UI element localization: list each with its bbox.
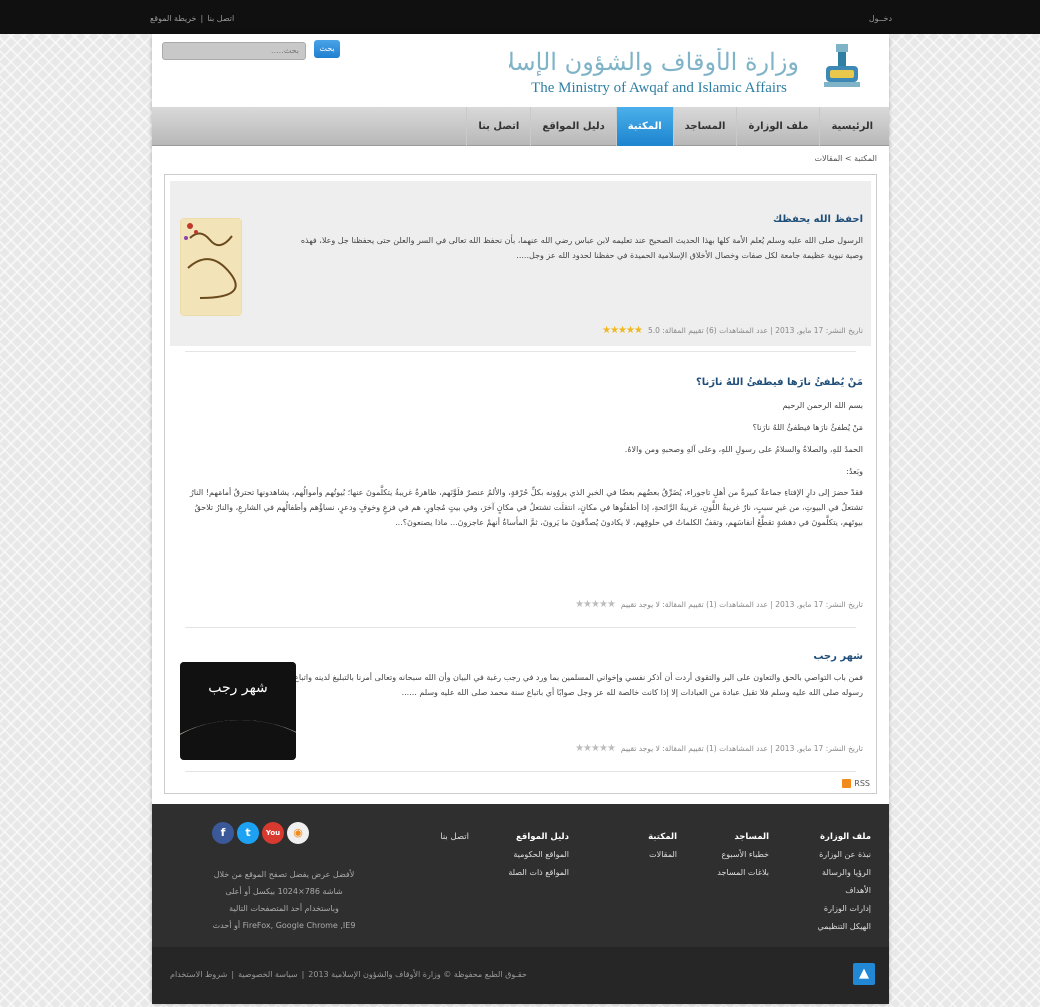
article-meta-text: تاريخ النشر: 17 مايو, 2013 | عدد المشاهد… <box>620 744 863 753</box>
rating-stars-icon: ★★★★★ <box>575 599 616 610</box>
article-paragraph: وبَعدُ: <box>846 467 863 476</box>
article-item: شهر رجب فمن باب التواصي بالحق والتعاون ع… <box>170 639 871 769</box>
nav-item-ministry[interactable]: ملف الوزارة <box>736 107 819 146</box>
article-meta: تاريخ النشر: 17 مايو, 2013 | عدد المشاهد… <box>575 743 863 754</box>
article-excerpt: فمن باب التواصي بالحق والتعاون على البر … <box>294 673 863 697</box>
top-links: اتصل بنا | خريطة الموقع <box>150 14 234 23</box>
article-paragraph: فقدْ حضرَ إلى دارِ الإفتاءِ جماعةٌ كبيرة… <box>189 488 863 527</box>
footer-link[interactable]: الأهداف <box>817 886 871 895</box>
footer-link[interactable]: الرؤيا والرسالة <box>817 868 871 877</box>
rss-social-icon[interactable]: ◉ <box>287 822 309 844</box>
crescent-moon-image-icon <box>180 662 296 760</box>
article-paragraph: بسم الله الرحمن الرحيم <box>782 401 863 410</box>
breadcrumb[interactable]: المكتبة > المقالات <box>815 154 877 163</box>
nav-item-mosques[interactable]: المساجد <box>672 107 737 146</box>
bottom-separator: | <box>231 970 235 979</box>
copyright: حقـوق الطبع محفوظة © وزارة الأوقاف والشؤ… <box>170 970 527 979</box>
page-container: وزارة الأوقاف والشؤون الإسلامية The Mini… <box>152 34 889 1004</box>
article-meta-text: تاريخ النشر: 17 مايو, 2013 | عدد المشاهد… <box>647 326 863 335</box>
rating-stars-icon: ★★★★★ <box>602 325 643 336</box>
article-divider <box>185 771 856 772</box>
search-button[interactable]: بحث <box>314 40 340 58</box>
rating-stars-icon: ★★★★★ <box>575 743 616 754</box>
bottom-bar: ▲ حقـوق الطبع محفوظة © وزارة الأوقاف وال… <box>152 947 889 1004</box>
youtube-icon[interactable]: You <box>262 822 284 844</box>
article-title[interactable]: مَنْ يُطفئُ نارَها فيطفئُ اللهُ نارَنا؟ <box>696 377 863 388</box>
thumbnail-caption: شهر رجب <box>208 680 268 696</box>
footer-link[interactable]: الهيكل التنظيمي <box>817 922 871 931</box>
footer: ملف الوزارة نبذة عن الوزارة الرؤيا والرس… <box>152 804 889 947</box>
terms-link[interactable]: شروط الاستخدام <box>170 970 227 979</box>
footer-column-title[interactable]: المساجد <box>717 832 769 842</box>
twitter-icon[interactable]: t <box>237 822 259 844</box>
article-meta: تاريخ النشر: 17 مايو, 2013 | عدد المشاهد… <box>602 325 863 336</box>
article-excerpt: الرسول صلى الله عليه وسلم يُعلم الأمة كل… <box>300 236 863 260</box>
footer-link[interactable]: المقالات <box>648 850 677 859</box>
article-title[interactable]: شهر رجب <box>813 651 863 662</box>
footer-link[interactable]: إدارات الوزارة <box>817 904 871 913</box>
sitemap-link[interactable]: خريطة الموقع <box>150 14 196 23</box>
footer-column-ministry: ملف الوزارة نبذة عن الوزارة الرؤيا والرس… <box>817 832 871 940</box>
footer-column-library: المكتبة المقالات <box>648 832 677 868</box>
articles-list: احفظ الله يحفظك الرسول صلى الله عليه وسل… <box>164 174 877 794</box>
main-nav: الرئيسية ملف الوزارة المساجد المكتبة دلي… <box>152 107 889 146</box>
rss-label: RSS <box>854 779 870 788</box>
article-item: احفظ الله يحفظك الرسول صلى الله عليه وسل… <box>170 181 871 346</box>
footer-column-title[interactable]: دليل المواقع <box>508 832 569 842</box>
footer-link[interactable]: المواقع ذات الصلة <box>508 868 569 877</box>
top-links-separator: | <box>200 14 204 23</box>
footer-link[interactable]: بلاغات المساجد <box>717 868 769 877</box>
facebook-icon[interactable]: f <box>212 822 234 844</box>
rss-link[interactable]: RSS <box>842 779 870 788</box>
article-divider <box>185 351 856 352</box>
footer-column-contact: اتصل بنا <box>440 832 469 850</box>
scroll-to-top-icon[interactable]: ▲ <box>853 963 875 985</box>
bottom-separator: | <box>301 970 305 979</box>
article-meta: تاريخ النشر: 17 مايو, 2013 | عدد المشاهد… <box>575 599 863 610</box>
rss-icon <box>842 779 852 788</box>
article-thumbnail[interactable]: شهر رجب <box>180 662 296 760</box>
nav-item-library[interactable]: المكتبة <box>615 107 673 146</box>
article-paragraph: الحمدُ للهِ، والصلاةُ والسلامُ على رسولِ… <box>624 445 863 454</box>
browser-note-line: لأفضل عرض يفضل تصفح الموقع من خلال <box>213 870 355 879</box>
footer-column-title[interactable]: ملف الوزارة <box>817 832 871 842</box>
calligraphy-image-icon <box>180 218 242 316</box>
footer-link[interactable]: نبذة عن الوزارة <box>817 850 871 859</box>
footer-link[interactable]: المواقع الحكومية <box>508 850 569 859</box>
browser-note: لأفضل عرض يفضل تصفح الموقع من خلال شاشة … <box>174 866 394 934</box>
footer-link[interactable]: خطباء الأسبوع <box>717 850 769 859</box>
footer-column-title[interactable]: اتصل بنا <box>440 832 469 842</box>
article-meta-text: تاريخ النشر: 17 مايو, 2013 | عدد المشاهد… <box>620 600 863 609</box>
search-input[interactable]: بحث..... <box>162 42 306 60</box>
browser-note-line: شاشة 786×1024 بيكسل أو أعلى <box>225 887 343 896</box>
nav-item-contact[interactable]: اتصل بنا <box>466 107 530 146</box>
copyright-text: حقـوق الطبع محفوظة © وزارة الأوقاف والشؤ… <box>308 970 527 979</box>
header: وزارة الأوقاف والشؤون الإسلامية The Mini… <box>152 34 889 107</box>
logo-english-text: The Ministry of Awqaf and Islamic Affair… <box>531 80 787 96</box>
article-paragraph: مَنْ يُطفئُ نارَها فيطفئُ اللهُ نارَنا؟ <box>752 423 863 432</box>
footer-column-title[interactable]: المكتبة <box>648 832 677 842</box>
login-link[interactable]: دخــول <box>869 14 892 23</box>
nav-item-home[interactable]: الرئيسية <box>819 107 884 146</box>
browser-note-line: وباستخدام أحد المتصفحات التالية <box>229 904 339 913</box>
top-bar: دخــول اتصل بنا | خريطة الموقع <box>0 0 1040 34</box>
article-thumbnail[interactable] <box>180 218 242 316</box>
footer-column-mosques: المساجد خطباء الأسبوع بلاغات المساجد <box>717 832 769 886</box>
footer-column-directory: دليل المواقع المواقع الحكومية المواقع ذا… <box>508 832 569 886</box>
contact-link[interactable]: اتصل بنا <box>207 14 234 23</box>
nav-item-directory[interactable]: دليل المواقع <box>530 107 615 146</box>
article-item: مَنْ يُطفئُ نارَها فيطفئُ اللهُ نارَنا؟ … <box>170 363 871 618</box>
logo-arabic-text: وزارة الأوقاف والشؤون الإسلامية <box>509 48 799 76</box>
ministry-logo-icon[interactable] <box>822 42 862 90</box>
article-title[interactable]: احفظ الله يحفظك <box>773 214 863 225</box>
article-divider <box>185 627 856 628</box>
privacy-link[interactable]: سياسة الخصوصية <box>238 970 297 979</box>
browser-note-line: FireFox, Google Chrome ,IE9 أو أحدث <box>212 921 356 930</box>
social-icons: ◉ You t f <box>212 822 309 844</box>
main-content: المكتبة > المقالات احفظ الله يحفظك الرسو… <box>164 152 877 802</box>
